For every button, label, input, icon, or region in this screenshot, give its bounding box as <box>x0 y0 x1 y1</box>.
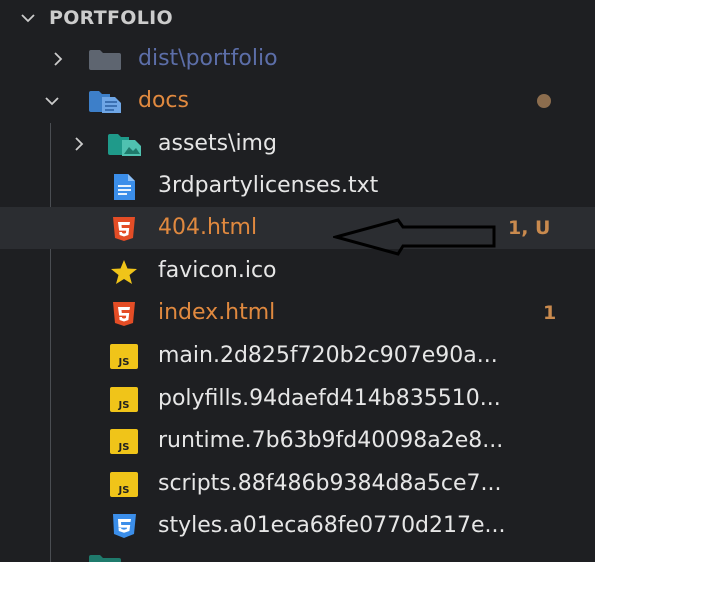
tree-item-assets-img[interactable]: assets\img <box>0 123 595 165</box>
svg-text:JS: JS <box>118 485 130 496</box>
tree-item-label: index.html <box>158 300 276 325</box>
tree-item-label: favicon.ico <box>158 258 277 283</box>
svg-text:JS: JS <box>118 400 130 411</box>
star-icon <box>110 259 138 285</box>
tree-item-label: dist\portfolio <box>138 46 278 71</box>
tree-item-label: runtime.7b63b9fd40098a2e8... <box>158 428 504 453</box>
js-file-icon: JS <box>110 429 138 454</box>
problem-badge: 1 <box>543 302 557 324</box>
tree-item-polyfills-js[interactable]: JS polyfills.94daefd414b835510... <box>0 378 595 420</box>
tree-item-styles-css[interactable]: styles.a01eca68fe0770d217e... <box>0 505 595 547</box>
image-folder-icon <box>107 133 143 157</box>
tree-item-label: 3rdpartylicenses.txt <box>158 173 379 198</box>
js-file-icon: JS <box>110 344 138 369</box>
chevron-right-icon[interactable] <box>71 136 87 152</box>
js-file-icon: JS <box>110 472 138 497</box>
tree-item-3rdpartylicenses[interactable]: 3rdpartylicenses.txt <box>0 165 595 207</box>
tree-item-docs[interactable]: docs <box>0 80 595 122</box>
tree-item-404-html[interactable]: 404.html 1, U <box>0 207 595 249</box>
css-file-icon <box>110 513 138 539</box>
tree-item-dist-portfolio[interactable]: dist\portfolio <box>0 38 595 80</box>
tree-item-scripts-js[interactable]: JS scripts.88f486b9384d8a5ce7... <box>0 463 595 505</box>
text-file-icon <box>112 173 136 201</box>
folder-open-icon <box>88 90 124 114</box>
folder-icon <box>88 49 122 71</box>
svg-text:JS: JS <box>118 357 130 368</box>
modified-dot-icon <box>537 94 551 108</box>
tree-item-label: 404.html <box>158 215 258 240</box>
svg-text:JS: JS <box>118 442 130 453</box>
tree-item-favicon[interactable]: favicon.ico <box>0 250 595 292</box>
tree-item-label: polyfills.94daefd414b835510... <box>158 386 501 411</box>
tree-item-label: scripts.88f486b9384d8a5ce7... <box>158 471 502 496</box>
tree-item-index-html[interactable]: index.html 1 <box>0 292 595 334</box>
tree-item-label: assets\img <box>158 131 277 156</box>
tree-item-main-js[interactable]: JS main.2d825f720b2c907e90a... <box>0 335 595 377</box>
left-arrow-annotation-icon <box>330 217 498 261</box>
folder-icon <box>88 554 122 562</box>
chevron-down-icon[interactable] <box>20 10 36 26</box>
file-explorer: PORTFOLIO dist\portfolio docs assets\img… <box>0 0 595 562</box>
tree-item-label: main.2d825f720b2c907e90a... <box>158 343 498 368</box>
tree-item-partial[interactable] <box>0 548 595 562</box>
chevron-down-icon[interactable] <box>44 93 60 109</box>
html5-icon <box>111 216 137 242</box>
html5-icon <box>111 301 137 327</box>
section-title[interactable]: PORTFOLIO <box>49 0 173 36</box>
tree-item-label: docs <box>138 88 189 113</box>
tree-item-label: styles.a01eca68fe0770d217e... <box>158 513 506 538</box>
tree-item-runtime-js[interactable]: JS runtime.7b63b9fd40098a2e8... <box>0 420 595 462</box>
problem-badge: 1, U <box>508 217 551 239</box>
js-file-icon: JS <box>110 387 138 412</box>
chevron-right-icon[interactable] <box>50 51 66 67</box>
